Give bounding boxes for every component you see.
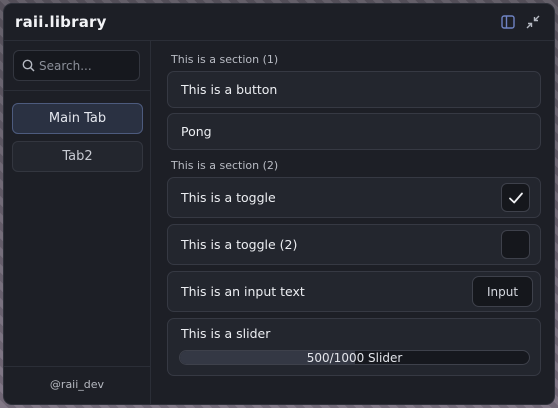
toggle-1-checkbox[interactable] [501,183,530,212]
toggle-2-label: This is a toggle (2) [181,237,298,252]
toggle-2-checkbox[interactable] [501,230,530,259]
main-content: This is a section (1) This is a button P… [151,41,554,404]
tab-main-label: Main Tab [48,111,107,126]
text-input-field[interactable]: Input [472,276,533,307]
library-window: raii.library Main Tab Tab2 [3,3,555,405]
slider-value-text: 500/1000 Slider [306,351,403,365]
tab-tab2-label: Tab2 [62,149,93,164]
pong-button-label: Pong [181,124,212,139]
toggle-1-label: This is a toggle [181,190,276,205]
title-bar[interactable]: raii.library [4,4,554,41]
tab-tab2[interactable]: Tab2 [12,141,143,172]
sidebar: Main Tab Tab2 @raii_dev [4,41,151,404]
button-label: This is a button [181,82,278,97]
input-row: This is an input text Input [167,271,541,312]
sidebar-toggle-icon[interactable] [499,13,517,31]
toggle-row-1[interactable]: This is a toggle [167,177,541,218]
collapse-icon[interactable] [524,13,542,31]
button-row-1[interactable]: This is a button [167,71,541,108]
tab-main[interactable]: Main Tab [12,103,143,134]
toggle-row-2[interactable]: This is a toggle (2) [167,224,541,265]
author-credit: @raii_dev [49,378,105,391]
footer-divider [4,366,150,367]
checkmark-icon [508,192,523,203]
section-2-label: This is a section (2) [171,159,279,172]
input-label: This is an input text [181,284,305,299]
slider-track[interactable]: 500/1000 Slider [179,350,530,365]
slider-row: This is a slider 500/1000 Slider [167,318,541,376]
slider-label: This is a slider [181,326,271,341]
search-box[interactable] [13,50,140,81]
section-1-label: This is a section (1) [171,53,279,66]
pong-button[interactable]: Pong [167,113,541,150]
sidebar-divider [4,90,150,91]
window-title: raii.library [15,13,107,31]
search-input[interactable] [39,58,131,73]
search-icon [22,59,35,72]
